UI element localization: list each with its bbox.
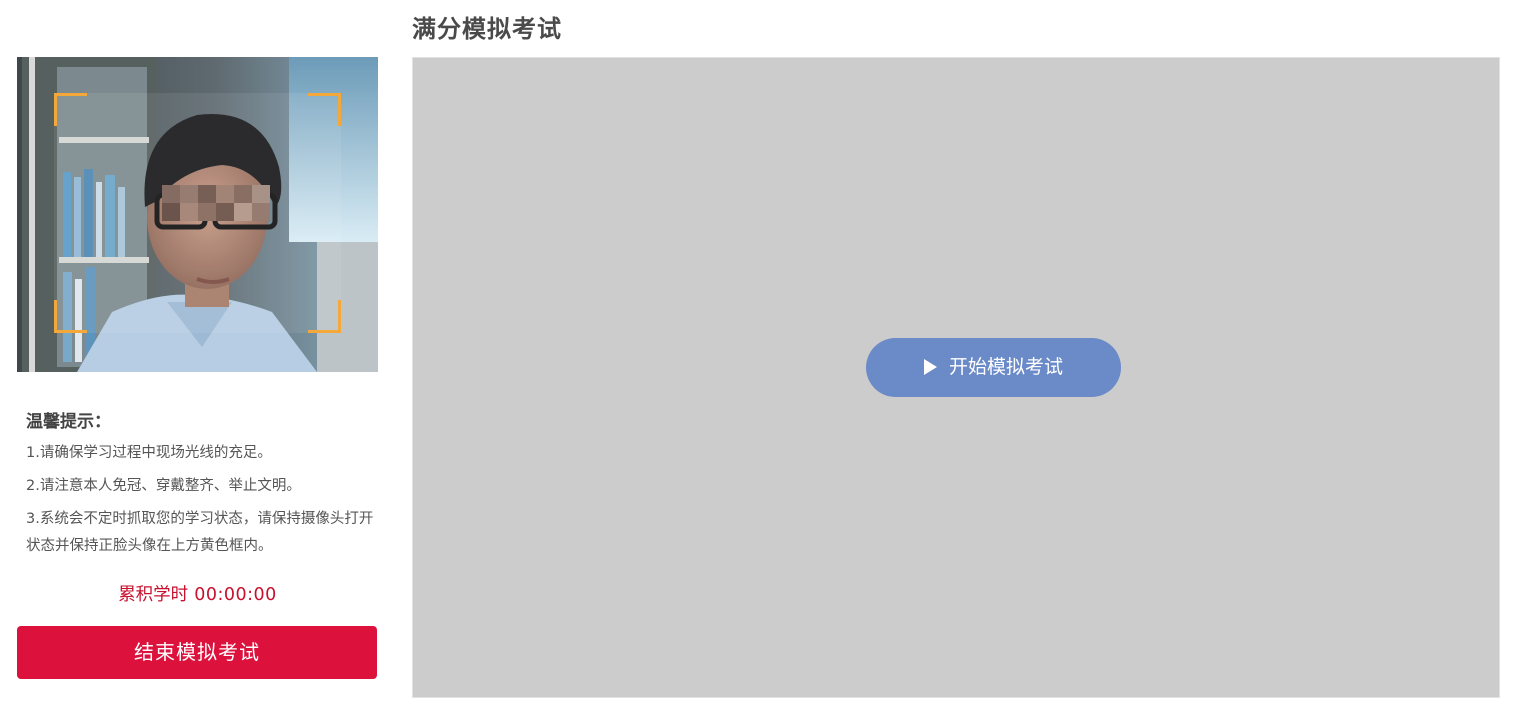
frame-corner-bottom-left xyxy=(54,300,87,333)
play-icon xyxy=(923,359,937,375)
camera-preview xyxy=(17,57,378,372)
tips-panel: 温馨提示： 1.请确保学习过程中现场光线的充足。 2.请注意本人免冠、穿戴整齐、… xyxy=(26,408,386,566)
timer-label: 累积学时 xyxy=(118,585,189,605)
start-exam-label: 开始模拟考试 xyxy=(948,356,1063,378)
study-timer: 累积学时 00:00:00 xyxy=(17,580,378,610)
face-alignment-frame xyxy=(54,93,341,333)
end-exam-button[interactable]: 结束模拟考试 xyxy=(17,626,377,679)
timer-value: 00:00:00 xyxy=(194,585,277,605)
tip-item: 1.请确保学习过程中现场光线的充足。 xyxy=(26,445,272,461)
tip-item: 2.请注意本人免冠、穿戴整齐、举止文明。 xyxy=(26,478,301,494)
frame-corner-top-left xyxy=(54,93,87,126)
frame-corner-top-right xyxy=(308,93,341,126)
tips-title: 温馨提示： xyxy=(26,412,111,432)
tip-item: 3.系统会不定时抓取您的学习状态，请保持摄像头打开状态并保持正脸头像在上方黄色框… xyxy=(26,511,374,554)
exam-content-area: 开始模拟考试 xyxy=(412,57,1500,698)
start-exam-button[interactable]: 开始模拟考试 xyxy=(866,338,1121,397)
page-title: 满分模拟考试 xyxy=(412,15,562,43)
frame-corner-bottom-right xyxy=(308,300,341,333)
